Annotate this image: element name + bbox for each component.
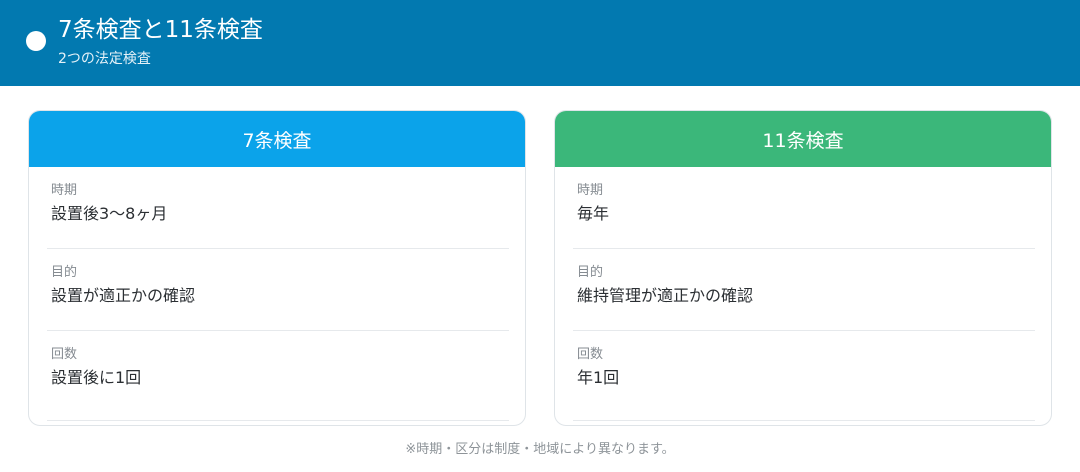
row-label: 時期 — [577, 183, 604, 198]
card-row-frequency: 回数 設置後に1回 — [47, 331, 509, 421]
row-label: 目的 — [51, 265, 78, 280]
row-value: 設置後3〜8ヶ月 — [51, 204, 168, 223]
page-subtitle: 2つの法定検査 — [58, 51, 151, 67]
card-article-7-inspection: 7条検査 時期 設置後3〜8ヶ月 目的 設置が適正かの確認 回数 設置後に1回 — [28, 110, 526, 426]
bullet-dot-icon — [26, 31, 46, 51]
page-header: 7条検査と11条検査 2つの法定検査 — [0, 0, 1080, 86]
page-title: 7条検査と11条検査 — [58, 17, 263, 43]
card-row-purpose: 目的 設置が適正かの確認 — [47, 249, 509, 331]
card-article-11-inspection: 11条検査 時期 毎年 目的 維持管理が適正かの確認 回数 年1回 — [554, 110, 1052, 426]
card-row-timing: 時期 毎年 — [573, 167, 1035, 249]
row-label: 回数 — [577, 347, 604, 362]
row-value: 設置後に1回 — [51, 368, 142, 387]
card-row-purpose: 目的 維持管理が適正かの確認 — [573, 249, 1035, 331]
footnote: ※時期・区分は制度・地域により異なります。 — [405, 442, 675, 457]
row-value: 維持管理が適正かの確認 — [577, 286, 754, 305]
row-label: 時期 — [51, 183, 78, 198]
card-title: 7条検査 — [29, 111, 525, 167]
row-value: 年1回 — [577, 368, 620, 387]
row-label: 回数 — [51, 347, 78, 362]
card-row-timing: 時期 設置後3〜8ヶ月 — [47, 167, 509, 249]
card-title: 11条検査 — [555, 111, 1051, 167]
row-value: 設置が適正かの確認 — [51, 286, 196, 305]
row-value: 毎年 — [577, 204, 610, 223]
row-label: 目的 — [577, 265, 604, 280]
card-row-frequency: 回数 年1回 — [573, 331, 1035, 421]
